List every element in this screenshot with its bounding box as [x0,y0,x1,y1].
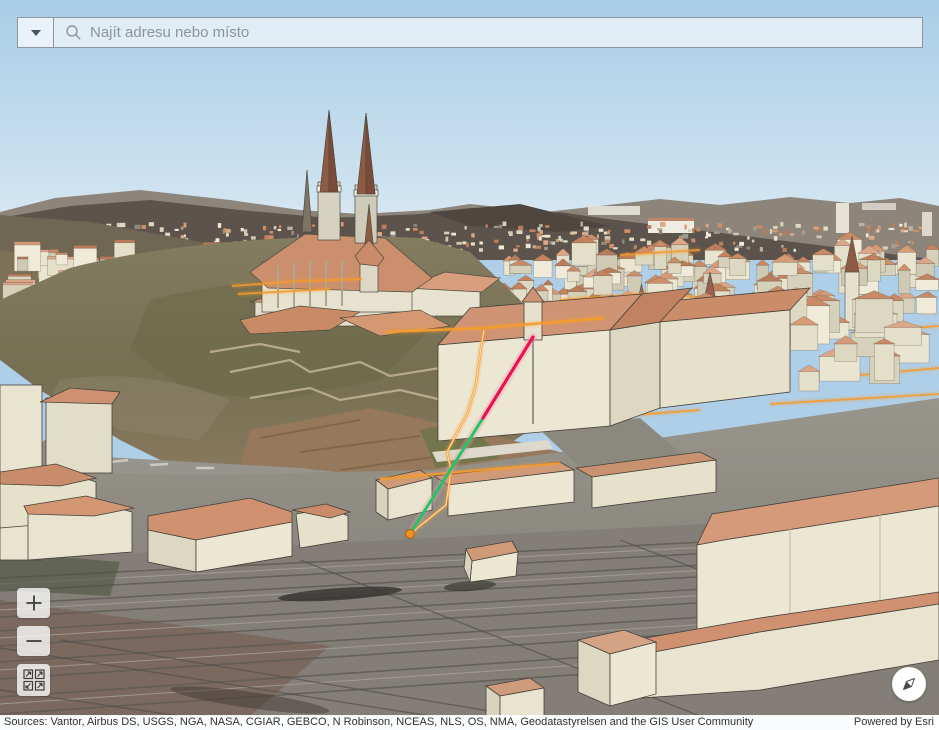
caret-down-icon [31,30,41,36]
map-3d-scene[interactable] [0,0,939,730]
pan-rotate-toggle-icon [23,669,45,691]
scene-viewer: Sources: Vantor, Airbus DS, USGS, NGA, N… [0,0,939,730]
search-source-dropdown[interactable] [18,18,54,47]
attribution-sources: Sources: Vantor, Airbus DS, USGS, NGA, N… [0,715,753,730]
search-input[interactable] [82,18,922,47]
observer-point [406,530,415,539]
plus-icon [25,594,43,612]
compass-needle-icon [897,672,921,696]
zoom-in-button[interactable] [17,588,50,618]
minus-icon [25,632,43,650]
zoom-out-button[interactable] [17,626,50,656]
powered-by-esri[interactable]: Powered by Esri [849,715,939,730]
search-bar [17,17,923,48]
navigation-toggle-button[interactable] [17,664,50,696]
attribution-bar: Sources: Vantor, Airbus DS, USGS, NGA, N… [0,715,939,730]
compass-button[interactable] [892,667,926,701]
magnifier-icon [65,24,82,41]
search-field-wrap [54,18,922,47]
